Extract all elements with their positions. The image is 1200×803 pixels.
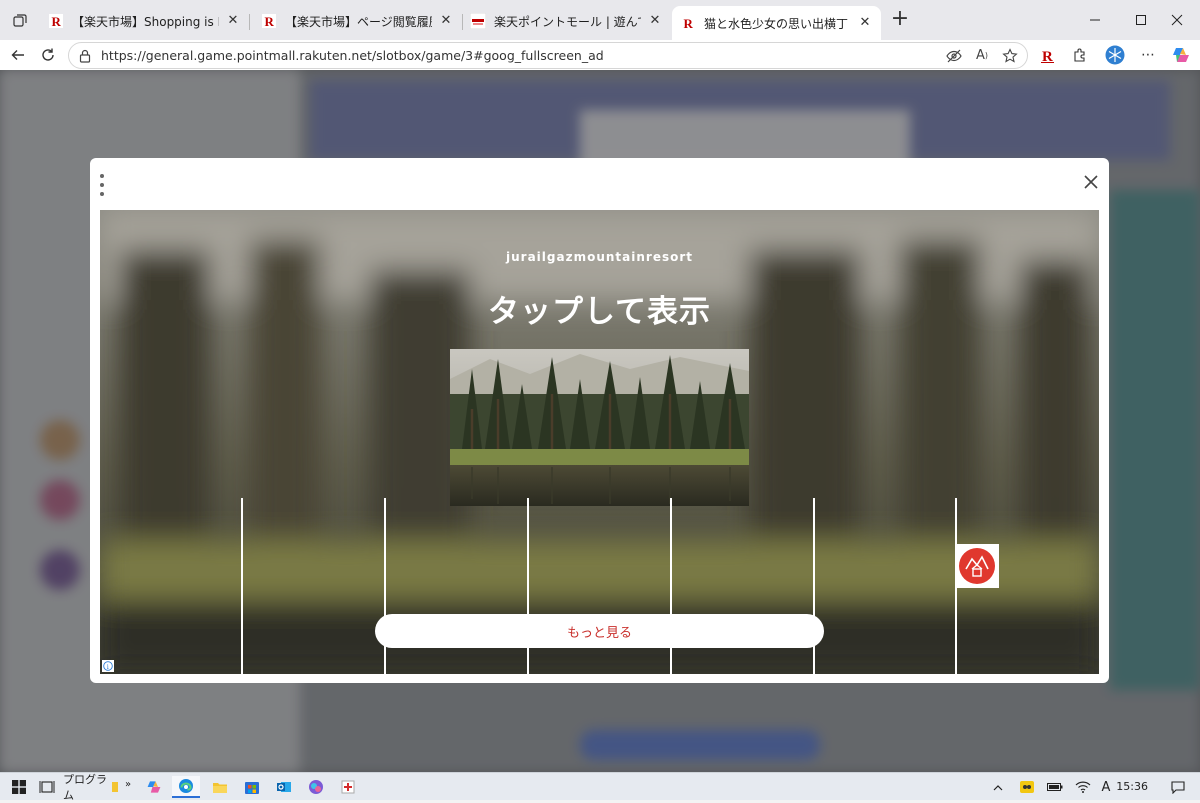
tab-actions-icon[interactable]: [8, 8, 32, 32]
copilot-icon[interactable]: [1170, 44, 1192, 66]
rakuten-extension-icon[interactable]: R: [1037, 44, 1059, 66]
clock[interactable]: 15:36: [1116, 780, 1148, 793]
overflow-chevron-icon[interactable]: »: [122, 773, 134, 795]
show-hidden-icons-chevron[interactable]: [990, 776, 1006, 798]
taskbar: プログラム » A 15:36: [0, 772, 1200, 802]
tab-close-icon[interactable]: ✕: [857, 15, 873, 31]
ad-divider-line: [813, 498, 815, 674]
ad-options-icon[interactable]: [98, 174, 106, 196]
url-text[interactable]: https://general.game.pointmall.rakuten.n…: [101, 48, 943, 63]
tab-separator: [249, 14, 250, 30]
new-tab-button[interactable]: +: [888, 8, 912, 32]
tray-app-icon[interactable]: [1018, 776, 1036, 798]
minimize-button[interactable]: [1072, 0, 1118, 40]
close-window-button[interactable]: [1154, 0, 1200, 40]
svg-text:R: R: [52, 14, 62, 28]
ad-close-icon[interactable]: [1081, 172, 1101, 192]
tracking-prevention-icon[interactable]: [943, 45, 965, 67]
file-explorer-icon[interactable]: [208, 776, 232, 798]
ime-indicator[interactable]: A: [1098, 776, 1114, 798]
ad-info-icon[interactable]: i: [102, 660, 114, 672]
ad-divider-line: [241, 498, 243, 674]
see-more-button[interactable]: もっと見る: [375, 614, 824, 648]
tab-title: 【楽天市場】ページ閲覧履歴: [285, 14, 432, 29]
advertiser-logo-icon[interactable]: [955, 544, 999, 588]
rakuten-r-icon: R: [680, 15, 696, 31]
wifi-icon[interactable]: [1074, 776, 1092, 798]
snowflake-extension-icon[interactable]: [1104, 44, 1126, 66]
more-menu-icon[interactable]: ⋯: [1137, 44, 1159, 66]
svg-text:i: i: [107, 663, 109, 671]
ad-headline[interactable]: タップして表示: [100, 286, 1099, 331]
favorite-star-icon[interactable]: [999, 45, 1021, 67]
tab-close-icon[interactable]: ✕: [438, 13, 454, 29]
start-button[interactable]: [8, 776, 30, 798]
svg-text:R: R: [265, 14, 275, 28]
m365-copilot-icon[interactable]: [304, 776, 328, 798]
tab-strip: R 【楽天市場】Shopping is Entertainme ✕ R 【楽天市…: [0, 0, 1200, 40]
svg-text:R: R: [684, 16, 694, 30]
edge-taskbar-icon[interactable]: [172, 776, 200, 798]
tab-rakuten-ichiba[interactable]: R 【楽天市場】Shopping is Entertainme ✕: [40, 6, 250, 36]
tab-history[interactable]: R 【楽天市場】ページ閲覧履歴 ✕: [253, 6, 463, 36]
read-aloud-icon[interactable]: A): [971, 45, 993, 67]
programs-toolbar[interactable]: プログラム: [63, 773, 113, 802]
browser-toolbar: https://general.game.pointmall.rakuten.n…: [0, 40, 1200, 70]
tab-title: 楽天ポイントモール | 遊んで、貯って楽: [494, 14, 641, 29]
store-icon[interactable]: [240, 776, 264, 798]
back-button[interactable]: [6, 43, 30, 67]
refresh-button[interactable]: [36, 43, 60, 67]
tab-title: 【楽天市場】Shopping is Entertainme: [72, 14, 219, 29]
rakuten-r-icon: R: [261, 13, 277, 29]
tab-pointmall[interactable]: 楽天ポイントモール | 遊んで、貯って楽 ✕: [462, 6, 671, 36]
ad-creative[interactable]: jurailgazmountainresort タップして表示 もっと見る i: [100, 210, 1099, 674]
svg-text:R: R: [1042, 49, 1053, 63]
tab-close-icon[interactable]: ✕: [647, 13, 663, 29]
ad-forest-photo[interactable]: [450, 349, 749, 506]
ad-divider-line: [384, 498, 386, 674]
pointmall-icon: [470, 13, 486, 29]
tab-slot-game[interactable]: R 猫と水色少女の思い出横丁｜スロッ ✕: [672, 6, 881, 40]
task-view-icon[interactable]: [36, 776, 58, 798]
page-viewport: jurailgazmountainresort タップして表示 もっと見る i: [0, 70, 1200, 772]
rakuten-r-icon: R: [48, 13, 64, 29]
red-app-icon[interactable]: [336, 776, 360, 798]
folder-small-icon[interactable]: [110, 776, 120, 798]
ad-brand-name: jurailgazmountainresort: [506, 250, 693, 264]
tab-title: 猫と水色少女の思い出横丁｜スロッ: [704, 16, 851, 31]
copilot-taskbar-icon[interactable]: [142, 776, 166, 798]
extensions-icon[interactable]: [1069, 44, 1091, 66]
tab-close-icon[interactable]: ✕: [225, 13, 241, 29]
address-bar[interactable]: https://general.game.pointmall.rakuten.n…: [68, 42, 1028, 69]
fullscreen-ad: jurailgazmountainresort タップして表示 もっと見る i: [90, 158, 1109, 683]
outlook-icon[interactable]: [272, 776, 296, 798]
notification-icon[interactable]: [1168, 776, 1188, 798]
lock-icon[interactable]: [77, 48, 93, 64]
battery-icon[interactable]: [1046, 776, 1064, 798]
